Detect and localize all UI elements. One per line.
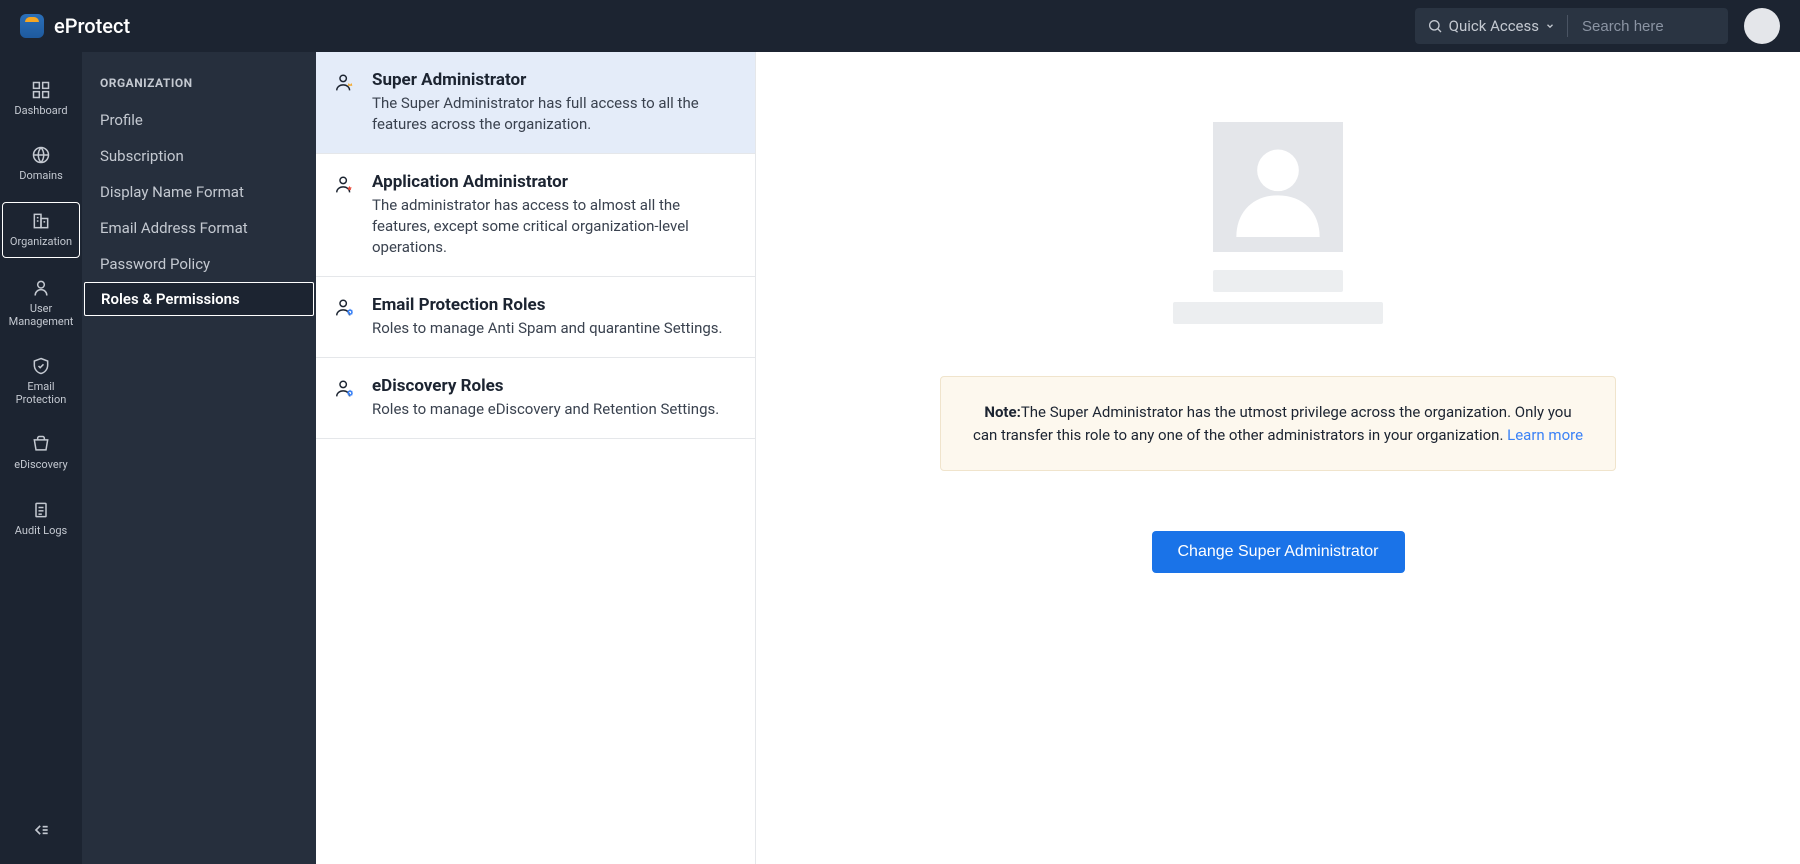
nav-collapse[interactable] [31,820,51,844]
role-desc: Roles to manage Anti Spam and quarantine… [372,318,733,339]
nav-label: Organization [10,235,72,248]
role-text: Email Protection Roles Roles to manage A… [372,295,733,339]
nav-ediscovery[interactable]: eDiscovery [2,426,80,479]
profile-picture-placeholder [1213,122,1343,252]
sub-nav-password-policy[interactable]: Password Policy [82,246,316,282]
nav-user-management[interactable]: User Management [2,270,80,336]
user-gear-icon [334,297,356,319]
quick-access-dropdown[interactable]: Quick Access [1415,8,1567,44]
header-brand: eProtect [20,14,130,38]
role-ediscovery[interactable]: eDiscovery Roles Roles to manage eDiscov… [316,358,755,439]
role-desc: The Super Administrator has full access … [372,93,733,135]
role-title: Application Administrator [372,172,733,192]
nav-label: eDiscovery [14,458,67,471]
role-text: eDiscovery Roles Roles to manage eDiscov… [372,376,733,420]
user-icon [31,278,51,298]
building-icon [31,211,51,231]
nav-label: Domains [19,169,63,182]
app-name: eProtect [54,14,130,38]
role-title: Super Administrator [372,70,733,90]
sub-nav-subscription[interactable]: Subscription [82,138,316,174]
nav-label: Dashboard [14,104,67,117]
sub-nav-roles-permissions[interactable]: Roles & Permissions [84,282,314,316]
role-desc: The administrator has access to almost a… [372,195,733,258]
note-box: Note:The Super Administrator has the utm… [940,376,1616,471]
nav-label: Email Protection [2,380,80,406]
note-label: Note: [984,403,1020,421]
role-super-admin[interactable]: Super Administrator The Super Administra… [316,52,755,154]
user-gear-icon [334,378,356,400]
nav-domains[interactable]: Domains [2,137,80,190]
nav-label: User Management [2,302,80,328]
logo-icon [20,14,44,38]
role-email-protection[interactable]: Email Protection Roles Roles to manage A… [316,277,755,358]
globe-icon [31,145,51,165]
chevron-down-icon [1545,21,1555,31]
detail-pane: Note:The Super Administrator has the utm… [756,52,1800,864]
redacted-name [1213,270,1343,292]
nav-rail: Dashboard Domains Organization User Mana… [0,52,82,864]
header-right: Quick Access [1415,8,1780,44]
user-crown-icon [334,72,356,94]
sub-nav: ORGANIZATION Profile Subscription Displa… [82,52,316,864]
role-text: Super Administrator The Super Administra… [372,70,733,135]
note-text: The Super Administrator has the utmost p… [973,403,1572,444]
learn-more-link[interactable]: Learn more [1507,426,1583,444]
search-icon [1427,18,1443,34]
search-container: Quick Access [1415,8,1728,44]
sub-nav-profile[interactable]: Profile [82,102,316,138]
sub-nav-display-name-format[interactable]: Display Name Format [82,174,316,210]
role-app-admin[interactable]: Application Administrator The administra… [316,154,755,277]
role-title: eDiscovery Roles [372,376,733,396]
quick-access-label: Quick Access [1449,17,1539,35]
clipboard-icon [31,500,51,520]
profile-silhouette-icon [1228,137,1328,237]
redacted-email [1173,302,1383,324]
nav-organization[interactable]: Organization [2,202,80,257]
app-header: eProtect Quick Access [0,0,1800,52]
sub-nav-email-address-format[interactable]: Email Address Format [82,210,316,246]
shield-icon [31,356,51,376]
user-star-icon [334,174,356,196]
role-title: Email Protection Roles [372,295,733,315]
change-super-admin-button[interactable]: Change Super Administrator [1152,531,1405,573]
nav-label: Audit Logs [15,524,67,537]
role-text: Application Administrator The administra… [372,172,733,258]
dashboard-icon [31,80,51,100]
roles-list: Super Administrator The Super Administra… [316,52,756,864]
role-desc: Roles to manage eDiscovery and Retention… [372,399,733,420]
user-avatar[interactable] [1744,8,1780,44]
collapse-icon [31,820,51,840]
note-content: Note:The Super Administrator has the utm… [973,403,1583,444]
nav-audit-logs[interactable]: Audit Logs [2,492,80,545]
nav-email-protection[interactable]: Email Protection [2,348,80,414]
search-input[interactable] [1568,18,1728,35]
sub-nav-heading: ORGANIZATION [82,76,316,102]
nav-dashboard[interactable]: Dashboard [2,72,80,125]
main-layout: Dashboard Domains Organization User Mana… [0,52,1800,864]
archive-icon [31,434,51,454]
content: Super Administrator The Super Administra… [316,52,1800,864]
